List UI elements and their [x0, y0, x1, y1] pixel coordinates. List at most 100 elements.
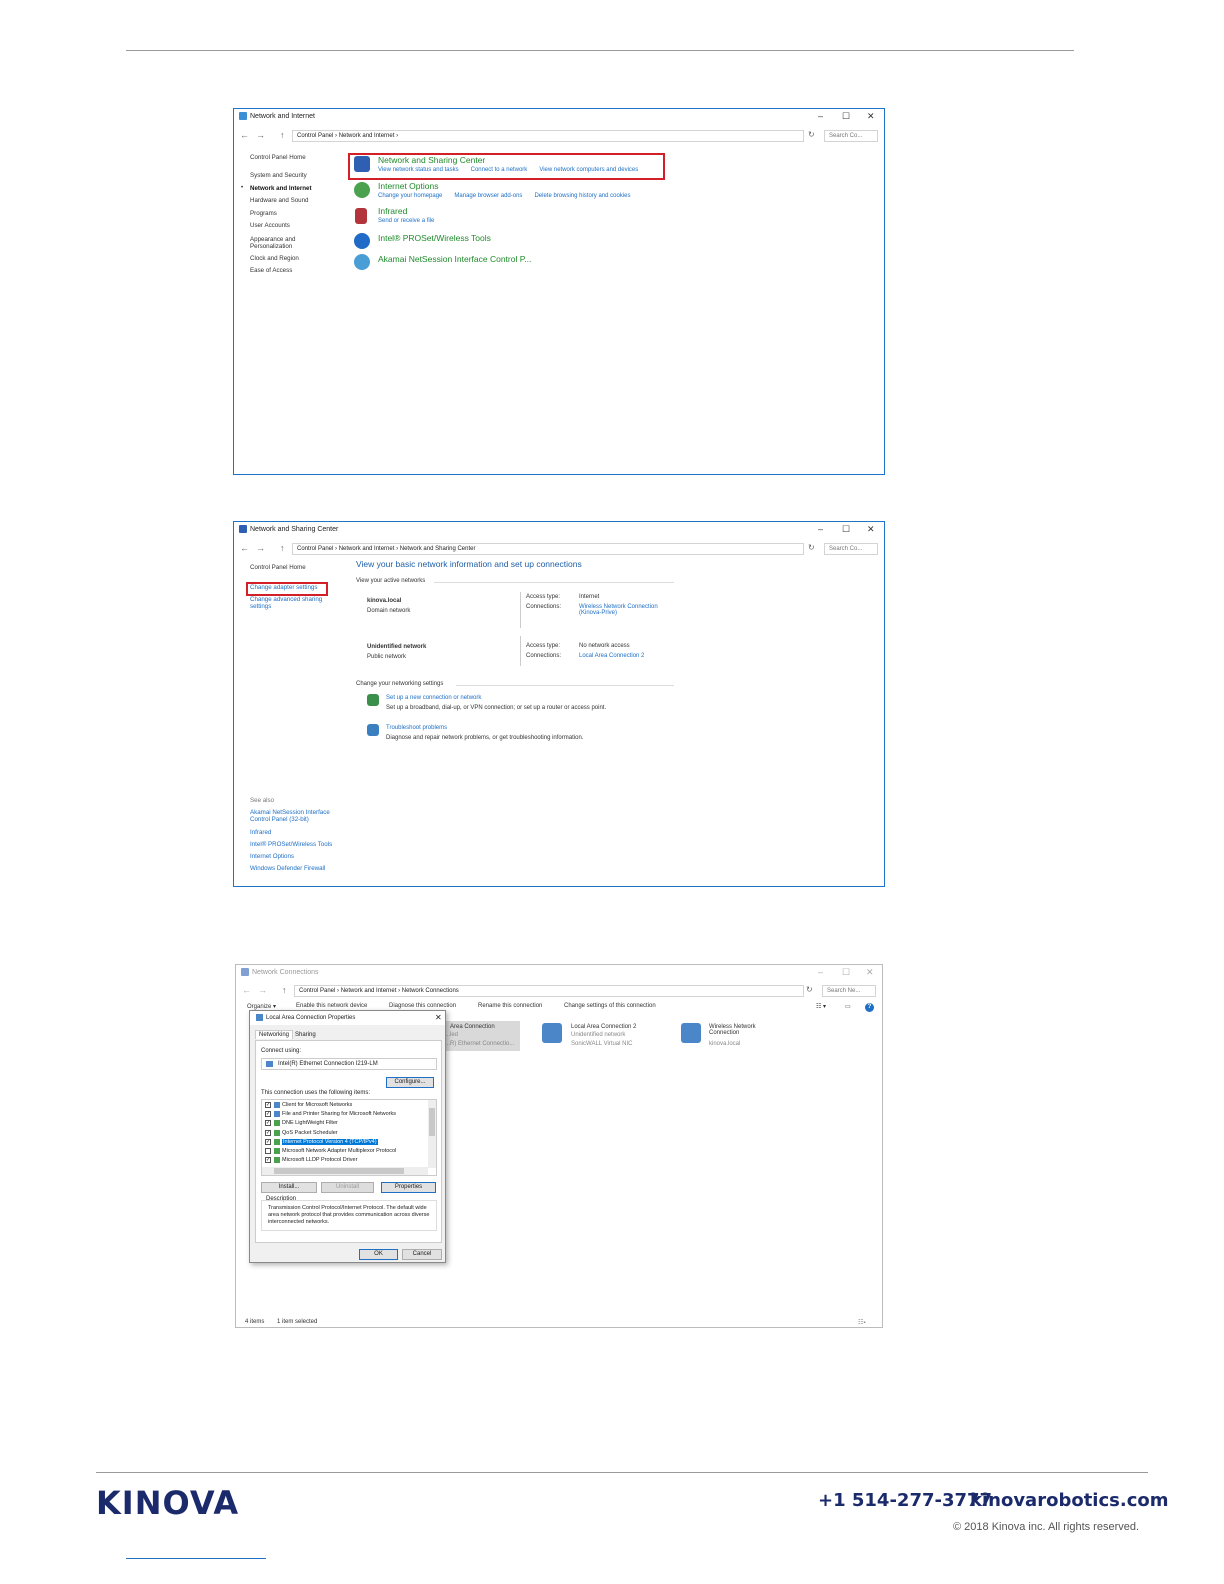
footer-website[interactable]: kinovarobotics.com [970, 1490, 1168, 1511]
breadcrumb-item[interactable]: Network and Internet [339, 546, 395, 552]
up-icon[interactable]: ↑ [282, 985, 287, 995]
back-icon[interactable]: ← [240, 130, 249, 140]
minimize-icon[interactable]: – [818, 524, 823, 534]
dialog-close-icon[interactable]: ✕ [435, 1013, 442, 1022]
forward-icon[interactable]: → [258, 985, 267, 995]
see-also-item[interactable]: Intel® PROSet/Wireless Tools [250, 840, 340, 849]
forward-icon[interactable]: → [256, 543, 265, 553]
link[interactable]: Delete browsing history and cookies [534, 193, 630, 199]
component-item[interactable]: ✓ DNE LightWeight Filter [262, 1119, 436, 1128]
link[interactable]: Manage browser add-ons [454, 193, 522, 199]
forward-icon[interactable]: → [256, 130, 265, 140]
breadcrumb[interactable]: Control Panel › Network and Internet › N… [292, 543, 804, 555]
adapter-name[interactable]: Local Area Connection 2 [571, 1024, 636, 1030]
refresh-icon[interactable]: ↻ [808, 543, 815, 552]
category-infrared[interactable]: Infrared [378, 206, 407, 216]
tab-sharing[interactable]: Sharing [292, 1031, 319, 1039]
breadcrumb-item[interactable]: Control Panel [297, 133, 333, 139]
component-item[interactable]: ✓ Microsoft LLDP Protocol Driver [262, 1156, 436, 1165]
organize-button[interactable]: Organize ▾ [247, 1003, 276, 1010]
tab-networking[interactable]: Networking [255, 1030, 294, 1039]
refresh-icon[interactable]: ↻ [806, 985, 813, 994]
component-item[interactable]: ✓ Internet Protocol Version 4 (TCP/IPv4) [262, 1137, 436, 1146]
breadcrumb-item[interactable]: Network and Internet [339, 133, 395, 139]
sidebar-item[interactable]: System and Security [250, 170, 312, 183]
properties-button[interactable]: Properties [381, 1182, 436, 1193]
sidebar-item[interactable]: Appearance and Personalization [250, 236, 310, 250]
see-also-item[interactable]: Akamai NetSession Interface Control Pane… [250, 809, 340, 823]
sidebar-item[interactable]: Control Panel Home [250, 152, 312, 170]
sidebar-item[interactable]: Hardware and Sound [250, 195, 312, 208]
ok-button[interactable]: OK [359, 1249, 398, 1260]
cancel-button[interactable]: Cancel [402, 1249, 442, 1260]
item-checkbox[interactable]: ✓ [265, 1157, 271, 1164]
enable-device-button[interactable]: Enable this network device [296, 1003, 367, 1009]
breadcrumb[interactable]: Control Panel › Network and Internet › [292, 130, 804, 142]
help-icon[interactable]: ? [865, 1003, 874, 1012]
diagnose-button[interactable]: Diagnose this connection [389, 1003, 456, 1009]
sidebar-item[interactable]: Control Panel Home [250, 563, 330, 572]
item-checkbox[interactable]: ✓ [265, 1129, 271, 1136]
minimize-icon[interactable]: – [818, 967, 823, 977]
preview-pane-icon[interactable]: ▭ [845, 1003, 851, 1010]
link[interactable]: Send or receive a file [378, 218, 434, 224]
category-akamai[interactable]: Akamai NetSession Interface Control P... [378, 254, 531, 264]
up-icon[interactable]: ↑ [280, 543, 285, 553]
view-options-icon[interactable]: ☷ ▾ [816, 1003, 826, 1010]
sidebar-item[interactable]: Ease of Access [250, 265, 312, 278]
search-input[interactable]: Search Co... [824, 130, 878, 142]
maximize-icon[interactable]: ☐ [842, 524, 850, 535]
local-area-connection-link[interactable]: Local Area Connection 2 [579, 653, 644, 659]
back-icon[interactable]: ← [240, 543, 249, 553]
link[interactable]: Change your homepage [378, 193, 442, 199]
component-item[interactable]: Microsoft Network Adapter Multiplexor Pr… [262, 1146, 436, 1155]
see-also-item[interactable]: Windows Defender Firewall [250, 864, 340, 873]
uninstall-button[interactable]: Uninstall [321, 1182, 374, 1193]
breadcrumb-item[interactable]: Control Panel [299, 988, 335, 994]
details-view-icon[interactable]: ☷▪ [858, 1319, 866, 1326]
sidebar-item[interactable]: User Accounts [250, 220, 312, 233]
sidebar-item[interactable]: Clock and Region [250, 253, 312, 266]
close-icon[interactable]: ✕ [867, 111, 875, 122]
item-checkbox[interactable]: ✓ [265, 1110, 271, 1117]
maximize-icon[interactable]: ☐ [842, 111, 850, 122]
breadcrumb-item[interactable]: Network Connections [402, 988, 459, 994]
back-icon[interactable]: ← [242, 985, 251, 995]
breadcrumb-item[interactable]: Control Panel [297, 546, 333, 552]
category-internet-options[interactable]: Internet Options [378, 181, 438, 191]
item-checkbox[interactable]: ✓ [265, 1120, 271, 1127]
item-checkbox[interactable]: ✓ [265, 1138, 271, 1145]
sidebar-item-active[interactable]: Network and Internet [250, 183, 312, 196]
breadcrumb-item[interactable]: Network and Internet [341, 988, 397, 994]
close-icon[interactable]: ✕ [867, 524, 875, 535]
component-item[interactable]: ✓ File and Printer Sharing for Microsoft … [262, 1109, 436, 1118]
component-item[interactable]: ✓ QoS Packet Scheduler [262, 1128, 436, 1137]
wireless-connection-link[interactable]: Wireless Network Connection (Kinova-Priv… [579, 604, 669, 616]
close-icon[interactable]: ✕ [866, 967, 874, 978]
up-icon[interactable]: ↑ [280, 130, 285, 140]
breadcrumb[interactable]: Control Panel › Network and Internet › N… [294, 985, 804, 997]
refresh-icon[interactable]: ↻ [808, 130, 815, 139]
configure-button[interactable]: Configure... [386, 1077, 434, 1088]
item-checkbox[interactable] [265, 1148, 271, 1155]
minimize-icon[interactable]: – [818, 111, 823, 121]
list-scrollbar[interactable] [428, 1100, 436, 1168]
breadcrumb-item[interactable]: Network and Sharing Center [400, 546, 476, 552]
sidebar-item[interactable]: Programs [250, 208, 312, 221]
maximize-icon[interactable]: ☐ [842, 967, 850, 978]
list-hscrollbar[interactable] [262, 1167, 428, 1175]
rename-button[interactable]: Rename this connection [478, 1003, 542, 1009]
see-also-item[interactable]: Infrared [250, 828, 340, 837]
change-settings-button[interactable]: Change settings of this connection [564, 1003, 656, 1009]
adapter-name[interactable]: Wireless Network Connection [709, 1024, 769, 1036]
search-input[interactable]: Search Ne... [822, 985, 876, 997]
install-button[interactable]: Install... [261, 1182, 317, 1193]
component-item[interactable]: ✓ Client for Microsoft Networks [262, 1100, 436, 1109]
see-also-item[interactable]: Internet Options [250, 852, 340, 861]
category-intel-proset[interactable]: Intel® PROSet/Wireless Tools [378, 233, 491, 243]
search-input[interactable]: Search Co... [824, 543, 878, 555]
sidebar-item[interactable]: Change advanced sharing settings [250, 596, 330, 610]
troubleshoot-link[interactable]: Troubleshoot problems [386, 725, 447, 731]
item-checkbox[interactable]: ✓ [265, 1101, 271, 1108]
setup-connection-link[interactable]: Set up a new connection or network [386, 695, 481, 701]
